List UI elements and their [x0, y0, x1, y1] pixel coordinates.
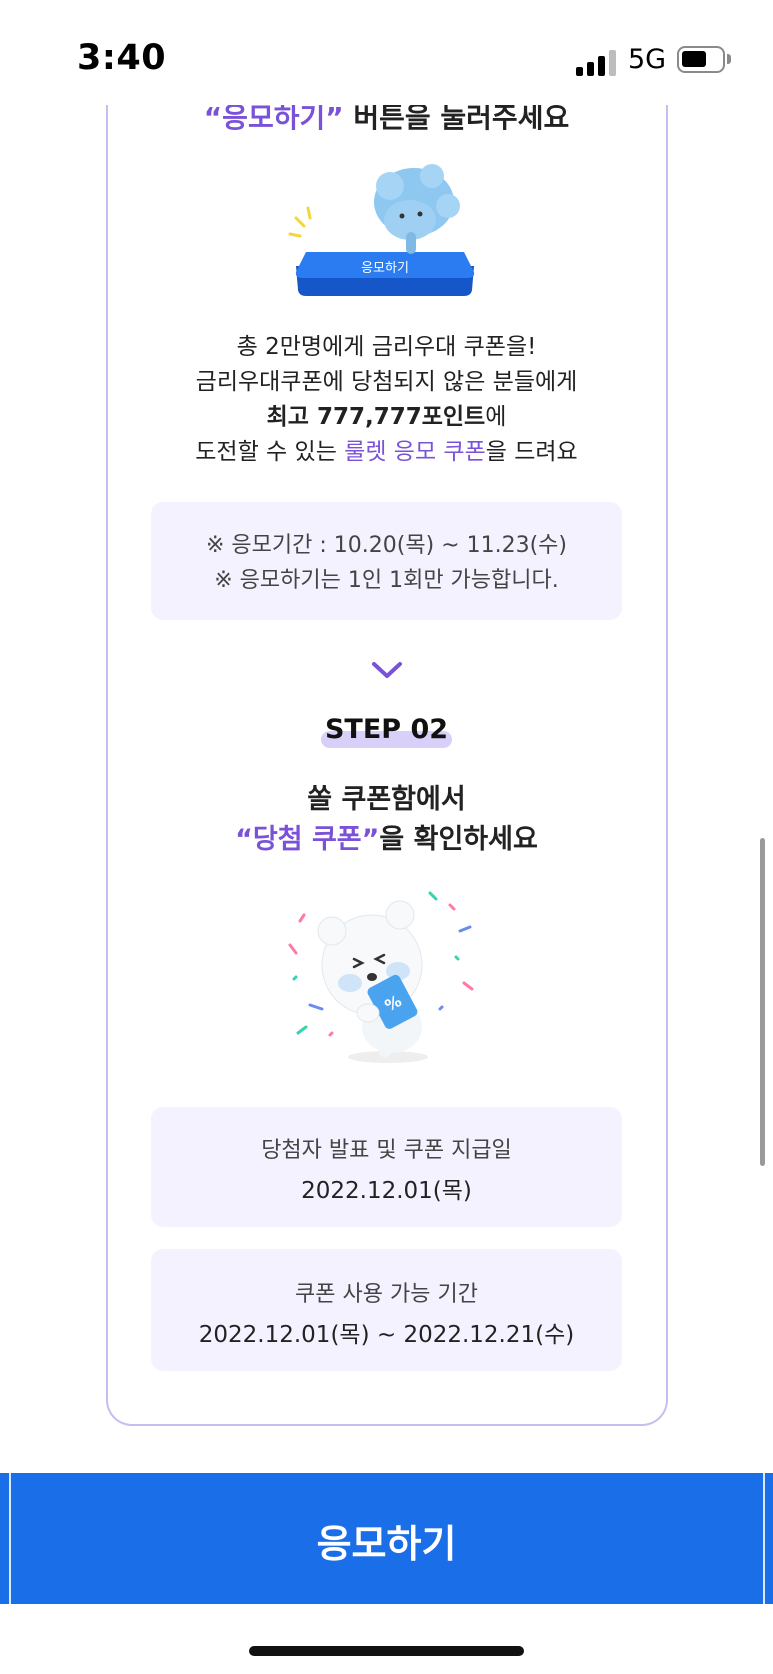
- desc-line: 총 2만명에게 금리우대 쿠폰을!: [236, 334, 537, 360]
- coupon-usage-label: 쿠폰 사용 가능 기간: [295, 1282, 478, 1307]
- step-badge: STEP 02: [321, 714, 452, 750]
- step1-description: 총 2만명에게 금리우대 쿠폰을! 금리우대쿠폰에 당첨되지 않은 분들에게 최…: [0, 330, 773, 470]
- event-page: “응모하기” 버튼을 눌러주세요 응모하기 총 2만명에게 금리우대 쿠폰을! …: [0, 0, 773, 1674]
- instruction-text: 버튼을 눌러주세요: [343, 101, 570, 134]
- home-indicator[interactable]: [249, 1646, 524, 1656]
- network-label: 5G: [628, 44, 667, 75]
- winner-announcement-date: 2022.12.01(목): [301, 1178, 472, 1204]
- step2-title-line2: “당첨 쿠폰”을 확인하세요: [235, 824, 538, 855]
- step2-title-line1: 쏠 쿠폰함에서: [307, 784, 466, 815]
- illustration-button-label: 응모하기: [361, 261, 409, 276]
- winner-announcement-label: 당첨자 발표 및 쿠폰 지급일: [261, 1138, 512, 1163]
- entry-limit-note: ※ 응모하기는 1인 1회만 가능합니다.: [214, 568, 559, 593]
- desc-line: 최고 777,777포인트에: [266, 404, 507, 430]
- max-points: 최고 777,777포인트: [266, 404, 486, 430]
- coupon-usage-period: 2022.12.01(목) ~ 2022.12.21(수): [198, 1322, 575, 1348]
- status-time: 3:40: [77, 38, 167, 78]
- sparkle-lines: [288, 206, 312, 238]
- character-illustration: [374, 164, 460, 254]
- desc-line: 금리우대쿠폰에 당첨되지 않은 분들에게: [195, 369, 578, 395]
- apply-button[interactable]: 응모하기: [0, 1473, 773, 1604]
- entry-period: ※ 응모기간 : 10.20(목) ~ 11.23(수): [206, 533, 567, 558]
- bear-coupon-illustration: %: [288, 891, 474, 1063]
- entry-period-box: ※ 응모기간 : 10.20(목) ~ 11.23(수) ※ 응모하기는 1인 …: [151, 502, 622, 620]
- scrollbar[interactable]: [760, 838, 765, 1166]
- battery-icon: [677, 46, 725, 73]
- chevron-down-icon: [372, 662, 402, 678]
- step-badge-label: STEP 02: [324, 714, 449, 745]
- coupon-usage-box: 쿠폰 사용 가능 기간 2022.12.01(목) ~ 2022.12.21(수…: [151, 1249, 622, 1371]
- winner-announcement-box: 당첨자 발표 및 쿠폰 지급일 2022.12.01(목): [151, 1107, 622, 1227]
- instruction-highlight: “응모하기”: [203, 101, 344, 134]
- status-bar: 3:40 5G: [0, 0, 773, 105]
- roulette-coupon-highlight: 룰렛 응모 쿠폰: [344, 439, 486, 465]
- step2-title: 쏠 쿠폰함에서 “당첨 쿠폰”을 확인하세요: [0, 780, 773, 860]
- signal-icon: [576, 50, 618, 76]
- desc-line: 도전할 수 있는 룰렛 응모 쿠폰을 드려요: [195, 439, 578, 465]
- winning-coupon-highlight: “당첨 쿠폰”: [235, 824, 380, 855]
- apply-button-label: 응모하기: [316, 1522, 457, 1566]
- apply-button-illustration: 응모하기: [288, 164, 475, 296]
